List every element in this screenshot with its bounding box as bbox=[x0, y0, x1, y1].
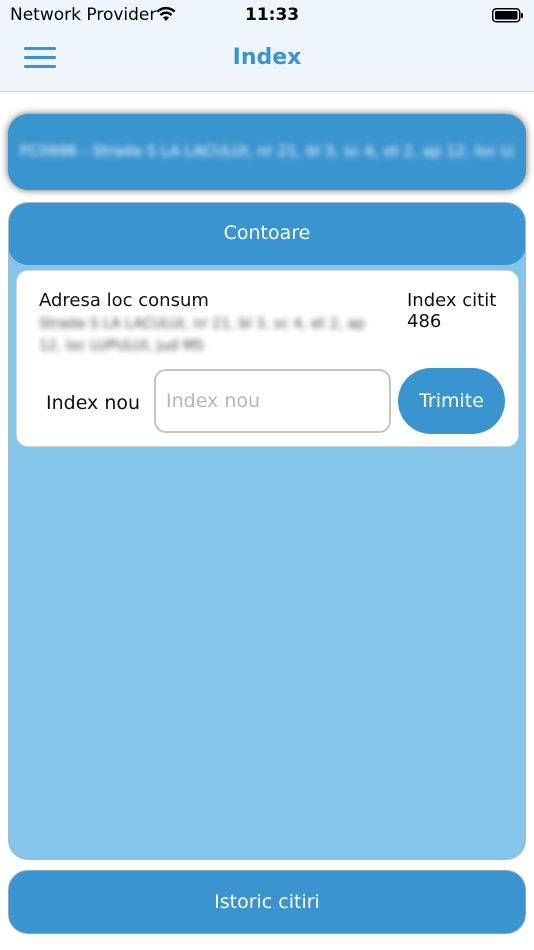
new-index-label: Index nou bbox=[46, 392, 141, 414]
navigation-bar: Index bbox=[0, 30, 534, 92]
consumption-address-value: Strada S LA LACULUI, nr 21, bl 3, sc 4, … bbox=[39, 316, 365, 354]
meters-header: Contoare bbox=[9, 203, 525, 265]
status-time: 11:33 bbox=[245, 5, 300, 25]
new-index-input[interactable] bbox=[154, 369, 391, 433]
status-bar: Network Provider 11:33 bbox=[0, 0, 534, 30]
meter-card: Adresa loc consum Strada S LA LACULUI, n… bbox=[16, 270, 519, 447]
carrier-name: Network Provider bbox=[10, 5, 157, 25]
battery-icon bbox=[492, 8, 524, 28]
consumption-address-label: Adresa loc consum bbox=[39, 290, 209, 311]
page-title: Index bbox=[232, 45, 302, 70]
address-banner-text: FC0996 - Strada S LA LACULUI, nr 21, bl … bbox=[20, 142, 515, 160]
read-index-value: 486 bbox=[407, 311, 442, 332]
wifi-icon bbox=[156, 6, 176, 27]
address-banner[interactable]: FC0996 - Strada S LA LACULUI, nr 21, bl … bbox=[8, 114, 526, 190]
submit-button[interactable]: Trimite bbox=[398, 368, 505, 434]
read-index-label: Index citit bbox=[407, 290, 497, 311]
reading-history-button[interactable]: Istoric citiri bbox=[8, 870, 526, 934]
meters-panel: Contoare Adresa loc consum Strada S LA L… bbox=[8, 202, 526, 860]
